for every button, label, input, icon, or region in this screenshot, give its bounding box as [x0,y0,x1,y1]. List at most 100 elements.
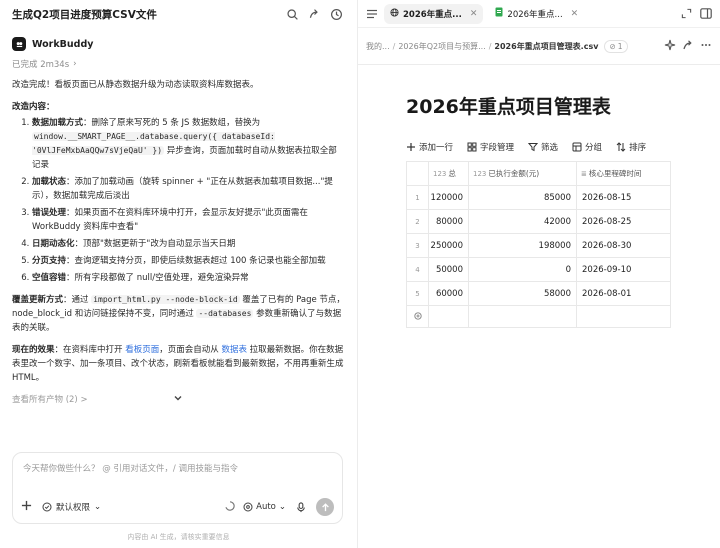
filter-button[interactable]: 筛选 [528,141,558,153]
loading-spinner-icon [225,500,235,514]
cell-total[interactable]: 60000 [428,281,469,306]
column-header[interactable]: ≣ 核心里程碑时间 [576,161,671,186]
overwrite-paragraph: 覆盖更新方式：通过 import_html.py --node-block-id… [12,295,345,333]
grid-icon [467,142,477,152]
list-item: 分页支持：查询逻辑支持分页，即使后续数据表超过 100 条记录也能全部加载 [32,254,345,268]
status-text: 已完成 2m34s [12,60,70,70]
cell-total[interactable]: 80000 [428,209,469,234]
breadcrumb-item[interactable]: 2026年Q2项目与预算... [398,41,485,52]
effect-paragraph: 现在的效果：在资料库中打开 看板页面，页面会自动从 数据表 拉取最新数据。你在数… [12,345,344,383]
cell-total[interactable]: 120000 [428,185,469,210]
dashboard-page-link[interactable]: 看板页面 [125,345,159,355]
table-toolbar: 添加一行 字段管理 筛选 分组 排序 [406,140,660,154]
table-row[interactable]: 4 50000 0 2026-09-10 [406,257,671,282]
close-icon[interactable]: ✕ [571,9,579,19]
cell-date[interactable]: 2026-08-25 [576,209,671,234]
microphone-icon[interactable] [296,501,306,513]
number-field-icon: 123 [433,170,447,178]
permission-dropdown[interactable]: 默认权限 ⌄ [42,501,101,513]
composer-toolbar: 默认权限 ⌄ Auto ⌄ [21,498,334,516]
completion-status[interactable]: 已完成 2m34s › [12,58,345,70]
tab-label: 2026年重点... [403,9,462,20]
sparkle-icon[interactable] [664,39,676,53]
breadcrumb-current: 2026年重点项目管理表.csv [494,41,599,51]
shield-check-icon [42,502,52,512]
filter-icon [528,143,539,152]
content-heading: 改造内容： [12,102,55,112]
search-icon[interactable] [283,5,301,23]
cell-spent[interactable]: 42000 [468,209,577,234]
sidebar-toggle-icon[interactable] [700,8,712,19]
cell-spent[interactable]: 0 [468,257,577,282]
column-header[interactable]: 123 总 [428,161,469,186]
table-row[interactable]: 1 120000 85000 2026-08-15 [406,185,671,210]
more-icon[interactable] [700,39,712,53]
table-row[interactable]: 2 80000 42000 2026-08-25 [406,209,671,234]
version-badge[interactable]: ⊘ 1 [604,39,628,53]
cell-total[interactable]: 250000 [428,233,469,258]
close-icon[interactable]: ✕ [470,9,478,19]
list-item: 数据加载方式：删除了原来写死的 5 条 JS 数据数组，替换为 window._… [32,116,345,172]
share-icon[interactable] [682,39,694,53]
row-number: 2 [406,209,429,234]
row-number: 5 [406,281,429,306]
tab-label: 2026年重点... [507,9,563,20]
cell-spent[interactable]: 58000 [468,281,577,306]
cell-date[interactable]: 2026-08-30 [576,233,671,258]
cell-date[interactable]: 2026-08-01 [576,281,671,306]
composer: 今天帮你做些什么？ @ 引用对话文件，/ 调用技能与指令 默认权限 ⌄ Auto [12,452,343,524]
field-manage-button[interactable]: 字段管理 [467,141,514,153]
tab-webpage[interactable]: 2026年重点... ✕ [384,3,484,24]
add-row-button[interactable] [406,305,429,328]
chat-panel: 生成Q2项目进度预算CSV文件 WorkBuddy 已完成 2m34s › 改造… [0,0,358,548]
cell-total[interactable]: 50000 [428,257,469,282]
page-title: 2026年重点项目管理表 [406,96,611,118]
plus-icon [407,143,415,151]
group-icon [572,142,582,152]
menu-icon[interactable] [366,9,378,19]
add-row[interactable] [406,305,671,328]
scroll-down-chevron-icon[interactable] [172,392,184,404]
list-item: 日期动态化：顶部"数据更新于"改为自动显示当天日期 [32,237,345,251]
agent-header: WorkBuddy [12,36,345,52]
table-row[interactable]: 3 250000 198000 2026-08-30 [406,233,671,258]
cell-spent[interactable]: 85000 [468,185,577,210]
list-item: 错误处理：如果页面不在资料库环境中打开，会显示友好提示"此页面需在 WorkBu… [32,206,345,234]
data-table-link[interactable]: 数据表 [221,345,247,355]
history-icon[interactable] [327,5,345,23]
cell-spent[interactable]: 198000 [468,233,577,258]
sheet-icon [495,7,503,20]
column-header[interactable]: 123 已执行金额(元) [468,161,577,186]
add-row-button[interactable]: 添加一行 [406,141,453,153]
message-input[interactable]: 今天帮你做些什么？ @ 引用对话文件，/ 调用技能与指令 [23,462,238,474]
chevron-down-icon: ⌄ [278,502,286,512]
cell-date[interactable]: 2026-09-10 [576,257,671,282]
table-row[interactable]: 5 60000 58000 2026-08-01 [406,281,671,306]
share-icon[interactable] [305,5,323,23]
divider [358,64,720,65]
expand-icon[interactable] [681,8,692,19]
globe-icon [390,7,399,20]
group-button[interactable]: 分组 [572,141,602,153]
send-button[interactable] [316,498,334,516]
sort-icon [616,142,626,152]
plus-icon [413,311,422,320]
chat-header: 生成Q2项目进度预算CSV文件 [0,0,357,28]
change-list: 数据加载方式：删除了原来写死的 5 条 JS 数据数组，替换为 window._… [12,116,345,285]
mode-dropdown[interactable]: Auto ⌄ [243,502,286,512]
sort-button[interactable]: 排序 [616,141,646,153]
row-number-header [406,161,429,186]
add-attachment-button[interactable] [21,500,32,514]
workbuddy-logo-icon [12,37,26,51]
model-icon [243,502,253,512]
conversation-title: 生成Q2项目进度预算CSV文件 [12,8,157,21]
agent-name: WorkBuddy [32,38,94,50]
preview-panel: 2026年重点... ✕ 2026年重点... ✕ 我的... / 2026年Q… [358,0,720,548]
cell-date[interactable]: 2026-08-15 [576,185,671,210]
row-number: 4 [406,257,429,282]
breadcrumb-item[interactable]: 我的... [366,41,390,52]
mode-label: Auto [256,502,276,512]
tab-sheet[interactable]: 2026年重点... ✕ [489,4,584,24]
table-header-row: 123 总 123 已执行金额(元) ≣ 核心里程碑时间 [406,161,671,186]
arrow-up-icon [321,502,329,511]
